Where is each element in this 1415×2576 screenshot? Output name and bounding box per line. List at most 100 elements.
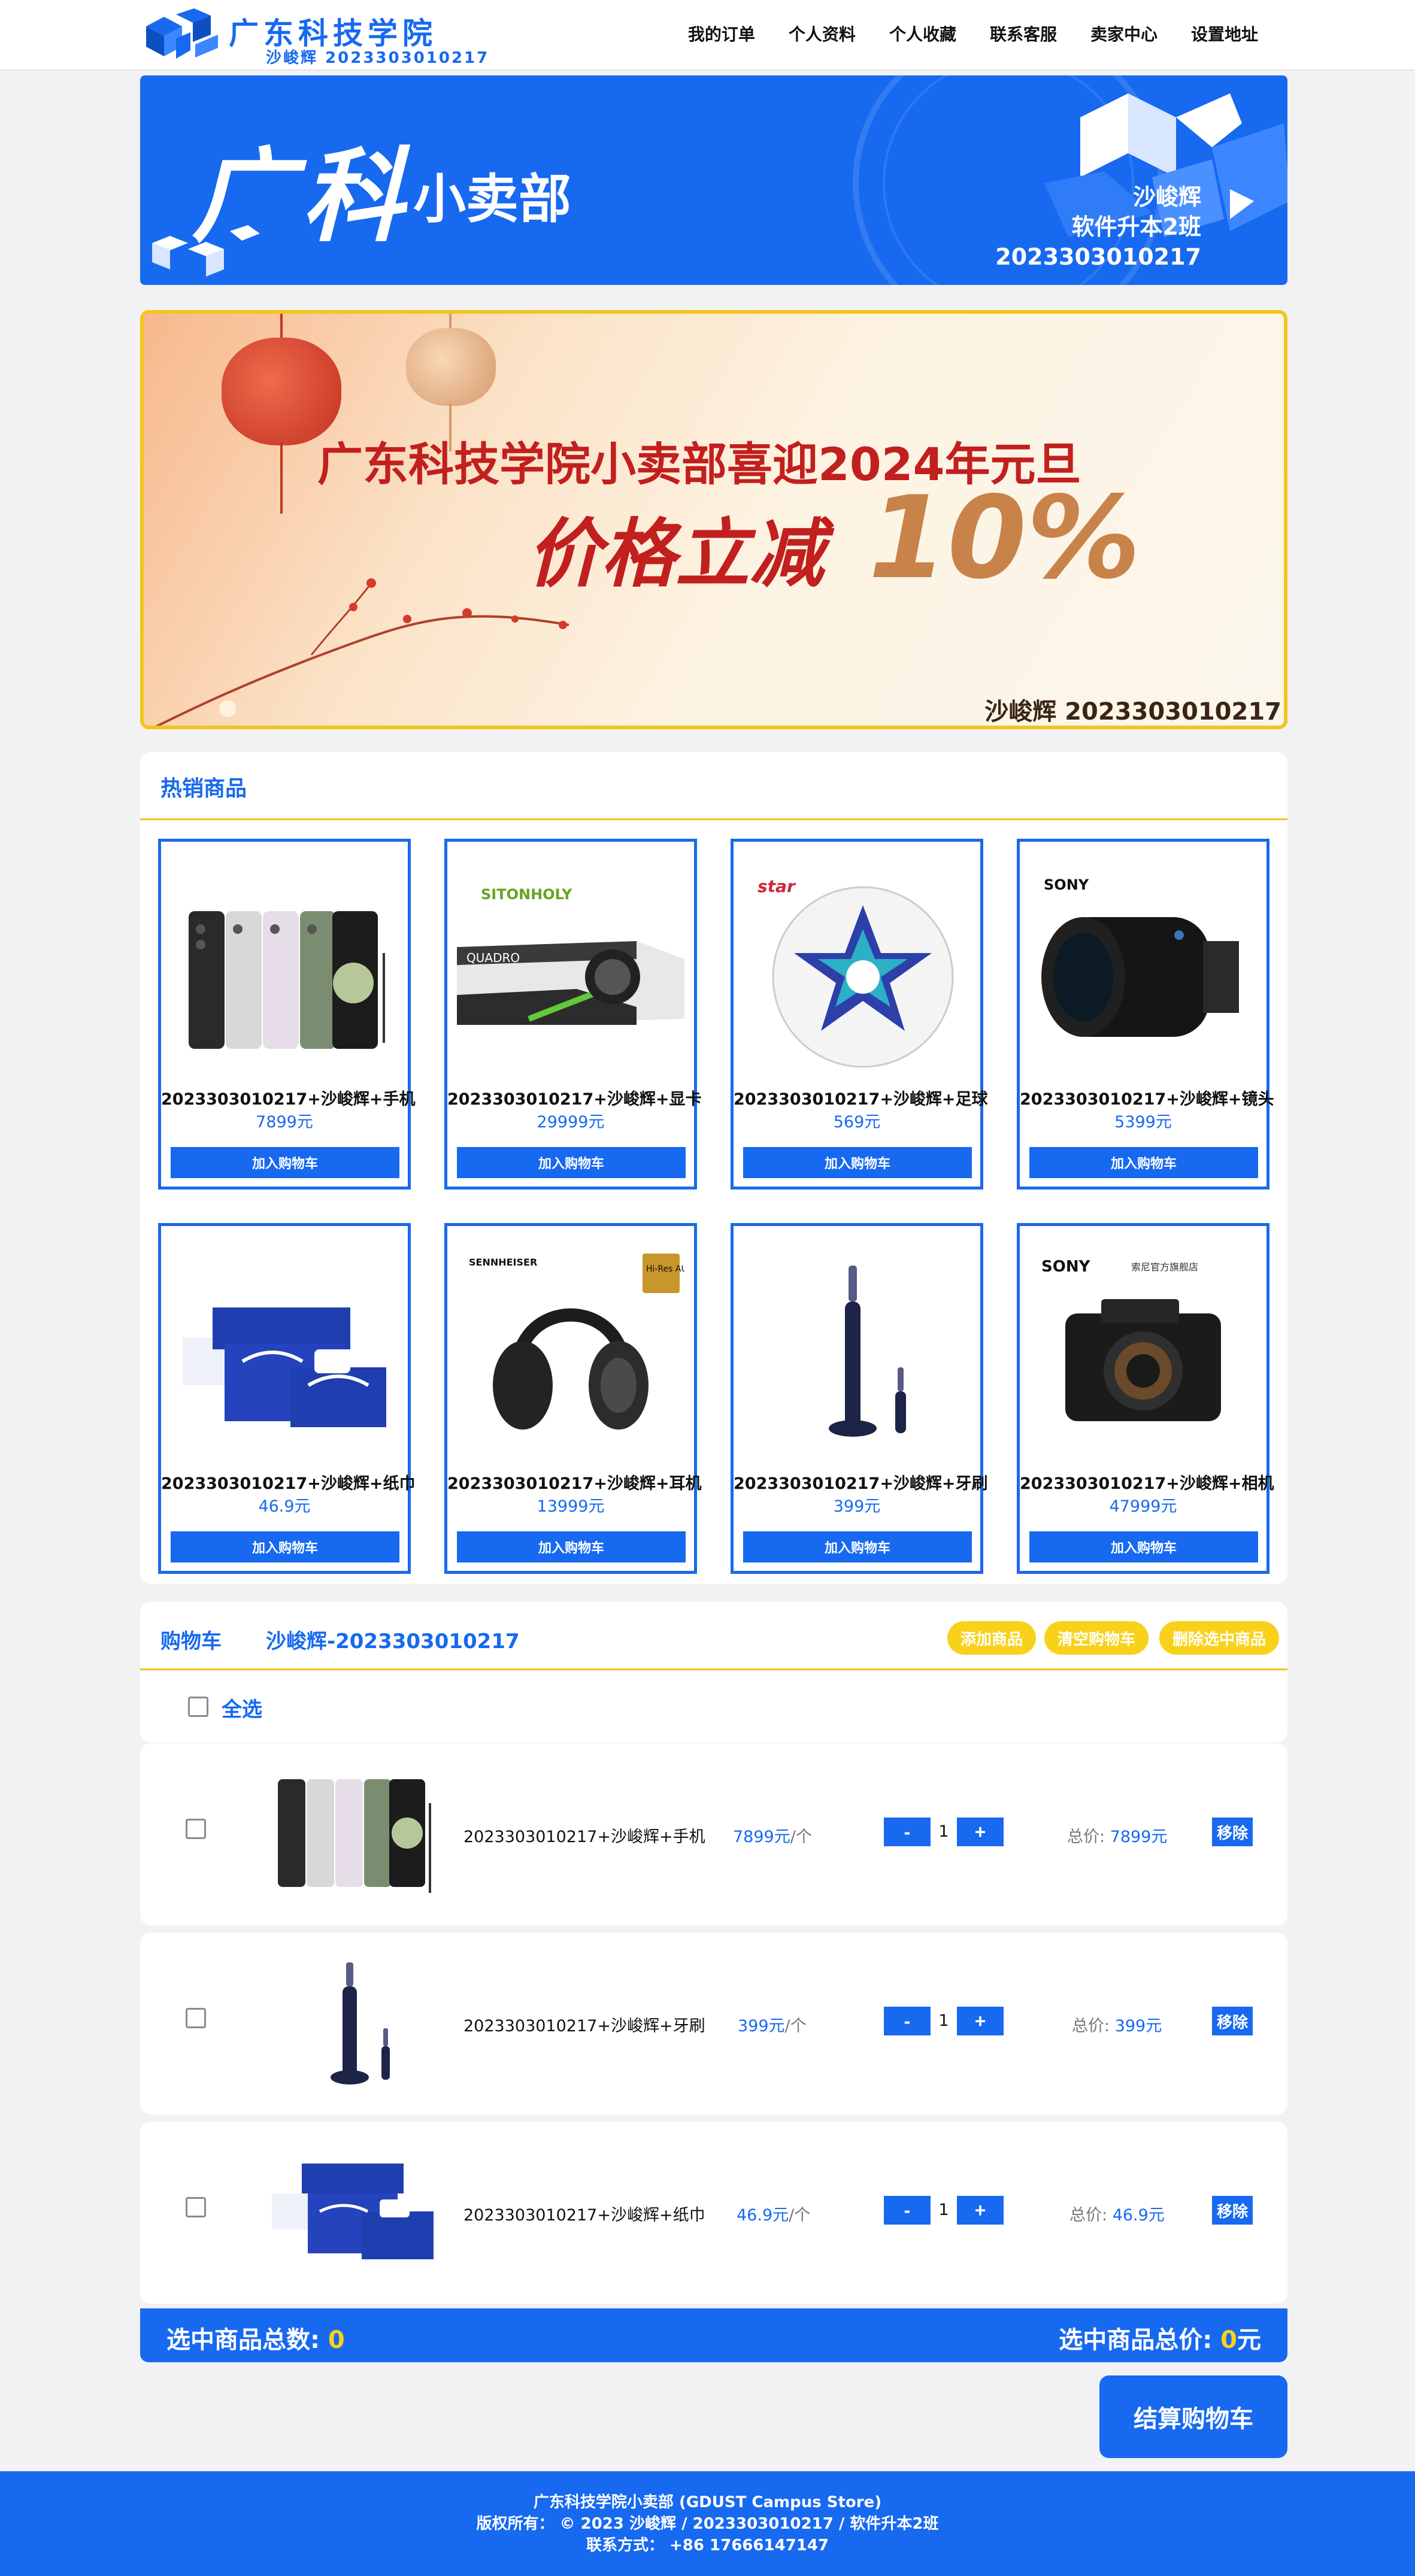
add-to-cart-button[interactable]: 加入购物车 [171,1531,399,1562]
selected-total: 选中商品总价: 0元 [1059,2320,1261,2355]
product-card[interactable]: SONY 索尼官方旗舰店 2023303010217+沙峻辉+相机 47999元… [1017,1223,1274,1574]
remove-item-button[interactable]: 移除 [1212,1818,1253,1846]
add-to-cart-button[interactable]: 加入购物车 [1029,1531,1258,1562]
cart-item-total: 总价: 399元 [1072,2013,1162,2036]
selected-count: 选中商品总数: 0 [166,2320,345,2355]
product-name: 2023303010217+沙峻辉+耳机 [447,1474,702,1493]
tissue-pack-icon [183,1307,386,1427]
nav-my-orders[interactable]: 我的订单 [688,22,755,45]
selected-total-unit: 元 [1237,2326,1261,2354]
checkout-button[interactable]: 结算购物车 [1099,2375,1287,2458]
product-card[interactable]: 2023303010217+沙峻辉+纸巾 46.9元 加入购物车 [158,1223,416,1574]
nav-address-settings[interactable]: 设置地址 [1191,22,1258,45]
unit-suffix: /个 [790,1828,812,1846]
camera-icon: SONY 索尼官方旗舰店 [1041,1258,1221,1421]
logo-subtitle: 沙峻辉 2023303010217 [266,49,490,67]
camera-brand-text: SONY [1041,1258,1091,1276]
footer-contact: 联系方式： +86 17666147147 [586,2536,829,2554]
product-name: 2023303010217+沙峻辉+显卡 [447,1090,702,1109]
nav-favorites[interactable]: 个人收藏 [889,22,956,45]
promo-signature: 沙峻辉 2023303010217 [984,698,1281,726]
item-checkbox[interactable] [186,2008,206,2028]
page-footer: 广东科技学院小卖部 (GDUST Campus Store) 版权所有： © 2… [0,2471,1415,2576]
nav-profile[interactable]: 个人资料 [789,22,856,45]
product-card[interactable]: SITONHOLY QUADRO 2023303010217+沙峻辉+显卡 29… [444,839,702,1190]
product-name: 2023303010217+沙峻辉+相机 [1020,1474,1274,1493]
promo-discount-text: 价格立减 [527,511,825,597]
phone-icon [189,911,385,1049]
promo-discount-percent: 10% [868,472,1141,604]
item-checkbox[interactable] [186,1819,206,1839]
remove-item-button[interactable]: 移除 [1212,2196,1253,2225]
toothbrush-icon [829,1266,906,1437]
cart-item-row: 2023303010217+沙峻辉+牙刷 399元/个 - 1 + 总价: 39… [140,1932,1287,2114]
total-value: 399元 [1114,2017,1162,2035]
product-card[interactable]: 2023303010217+沙峻辉+手机 7899元 加入购物车 [158,839,416,1190]
cart-item-name: 2023303010217+沙峻辉+牙刷 [463,2017,705,2035]
hero-student-class: 软件升本2班 [1071,214,1201,240]
product-card[interactable]: SONY 2023303010217+沙峻辉+镜头 5399元 加入购物车 [1017,839,1274,1190]
remove-item-button[interactable]: 移除 [1212,2007,1253,2035]
qty-value: 1 [938,2011,949,2030]
add-to-cart-button[interactable]: 加入购物车 [171,1147,399,1178]
nav-seller-center[interactable]: 卖家中心 [1090,22,1158,45]
cart-item-total: 总价: 7899元 [1067,1823,1167,1847]
nav-customer-service[interactable]: 联系客服 [990,22,1057,45]
unit-suffix: /个 [784,2017,807,2035]
unit-suffix: /个 [789,2206,811,2225]
site-logo[interactable]: 广东科技学院 沙峻辉 2023303010217 [140,6,487,67]
cart-item-row: 2023303010217+沙峻辉+手机 7899元/个 - 1 + 总价: 7… [140,1743,1287,1925]
increase-qty-button[interactable]: + [957,2007,1004,2035]
total-label: 总价: [1069,2206,1108,2225]
total-value: 46.9元 [1112,2206,1165,2225]
product-price: 5399元 [1114,1113,1172,1131]
football-icon: star [758,876,954,1068]
decrease-qty-button[interactable]: - [884,2007,931,2035]
unit-price-value: 399元 [738,2017,785,2035]
add-item-button[interactable]: 添加商品 [947,1621,1037,1655]
hero-student-info: 沙峻辉 软件升本2班 2023303010217 [995,182,1201,272]
increase-qty-button[interactable]: + [957,1818,1004,1846]
select-all-label[interactable]: 全选 [222,1693,262,1722]
product-name: 2023303010217+沙峻辉+纸巾 [161,1474,416,1493]
select-all-bar: 全选 [140,1671,1287,1742]
nav-links: 我的订单 个人资料 个人收藏 联系客服 卖家中心 设置地址 [688,22,1258,45]
delete-selected-button[interactable]: 删除选中商品 [1159,1621,1280,1655]
add-to-cart-button[interactable]: 加入购物车 [457,1147,686,1178]
product-price: 399元 [833,1497,881,1516]
product-price: 46.9元 [258,1497,311,1516]
cart-summary-bar: 选中商品总数: 0 选中商品总价: 0元 [140,2308,1287,2362]
add-to-cart-button[interactable]: 加入购物车 [457,1531,686,1562]
product-name: 2023303010217+沙峻辉+足球 [734,1090,988,1109]
product-card[interactable]: 2023303010217+沙峻辉+牙刷 399元 加入购物车 [731,1223,987,1574]
product-name: 2023303010217+沙峻辉+手机 [161,1090,416,1109]
plum-blossom-branch [156,578,569,726]
total-label: 总价: [1067,1828,1105,1846]
phone-icon [278,1779,431,1893]
add-to-cart-button[interactable]: 加入购物车 [743,1531,972,1562]
product-price: 29999元 [537,1113,605,1131]
add-to-cart-button[interactable]: 加入购物车 [743,1147,972,1178]
cart-item-unit-price: 46.9元/个 [737,2202,810,2225]
promo-banner[interactable]: 广东科技学院小卖部喜迎2024年元旦 价格立减 10% 沙峻辉 20233030… [140,310,1287,729]
selected-count-label: 选中商品总数: [166,2326,328,2354]
cart-item-name: 2023303010217+沙峻辉+纸巾 [463,2206,705,2225]
hero-cubes-icon [152,225,260,277]
cart-item-unit-price: 7899元/个 [733,1823,812,1847]
headphones-brand-text: SENNHEISER [469,1257,537,1268]
decrease-qty-button[interactable]: - [884,1818,931,1846]
lantern-tassel [280,442,283,514]
hot-products-section: 热销商品 2023303010217+沙峻辉+手机 7899元 加入购物车 SI… [140,752,1287,1584]
product-card[interactable]: star 2023303010217+沙峻辉+足球 569元 加入购物车 [731,839,988,1190]
item-checkbox[interactable] [186,2197,206,2217]
product-price: 13999元 [537,1497,605,1516]
clear-cart-button[interactable]: 清空购物车 [1044,1621,1149,1655]
hero-student-name: 沙峻辉 [1132,184,1201,210]
select-all-checkbox[interactable] [188,1697,208,1717]
camera-store-text: 索尼官方旗舰店 [1131,1261,1198,1273]
decrease-qty-button[interactable]: - [884,2196,931,2225]
add-to-cart-button[interactable]: 加入购物车 [1029,1147,1258,1178]
product-price: 47999元 [1109,1497,1177,1516]
increase-qty-button[interactable]: + [957,2196,1004,2225]
product-card[interactable]: SENNHEISER Hi-Res AUDIO 2023303010217+沙峻… [444,1223,702,1574]
